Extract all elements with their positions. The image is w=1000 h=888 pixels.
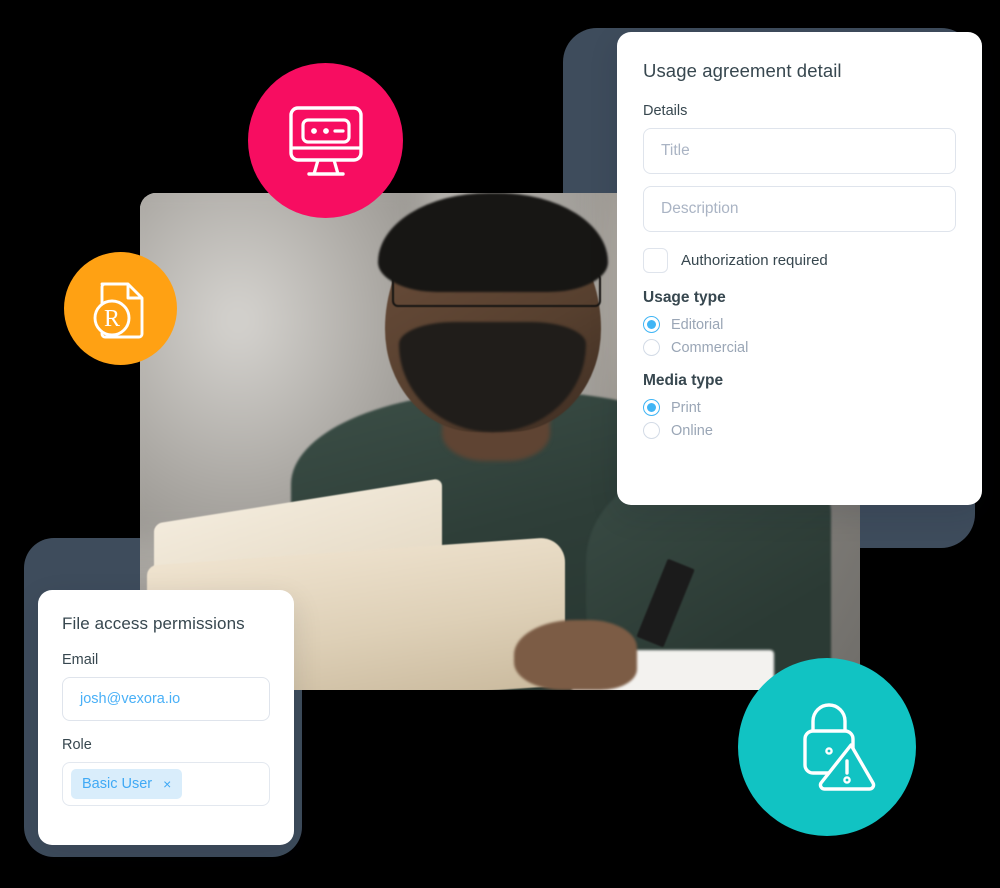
radio-media-print[interactable]: Print [643,399,956,416]
file-access-permissions-panel: File access permissions Email josh@vexor… [38,590,294,845]
media-type-label: Media type [643,372,724,389]
radio-usage-commercial[interactable]: Commercial [643,339,956,356]
radio-print-control[interactable] [643,399,660,416]
radio-online-control[interactable] [643,422,660,439]
title-input[interactable]: Title [643,128,956,174]
svg-text:R: R [103,306,119,332]
role-chip-label: Basic User [82,776,153,792]
role-chip[interactable]: Basic User × [71,769,183,799]
radio-print-label: Print [671,399,701,416]
lock-warning-icon-badge [738,658,916,836]
lock-warning-icon [803,703,876,791]
authorization-required-row[interactable]: Authorization required [643,248,956,273]
authorization-label: Authorization required [681,252,828,269]
usage-type-label: Usage type [643,289,726,306]
radio-media-online[interactable]: Online [643,422,956,439]
document-registered-icon: R [93,282,143,338]
radio-editorial-label: Editorial [671,316,724,333]
authorization-checkbox[interactable] [643,248,668,273]
monitor-icon [288,105,363,176]
page-title: Usage agreement detail [643,60,842,81]
photo-subject-hand [514,620,637,690]
role-input[interactable]: Basic User × [62,762,270,806]
radio-commercial-label: Commercial [671,339,749,356]
details-label: Details [643,103,688,119]
email-field[interactable]: josh@vexora.io [62,677,270,721]
permissions-title: File access permissions [62,614,245,633]
description-input[interactable]: Description [643,186,956,232]
radio-commercial-control[interactable] [643,339,660,356]
close-icon[interactable]: × [163,777,171,791]
usage-agreement-panel: Usage agreement detail Details Title Des… [617,32,982,505]
monitor-icon-badge [248,63,403,218]
email-label: Email [62,652,99,668]
radio-usage-editorial[interactable]: Editorial [643,316,956,333]
radio-editorial-control[interactable] [643,316,660,333]
registered-document-icon-badge: R [64,252,177,365]
composition-stage: Usage agreement detail Details Title Des… [0,0,1000,888]
role-label: Role [62,737,92,753]
radio-online-label: Online [671,422,713,439]
